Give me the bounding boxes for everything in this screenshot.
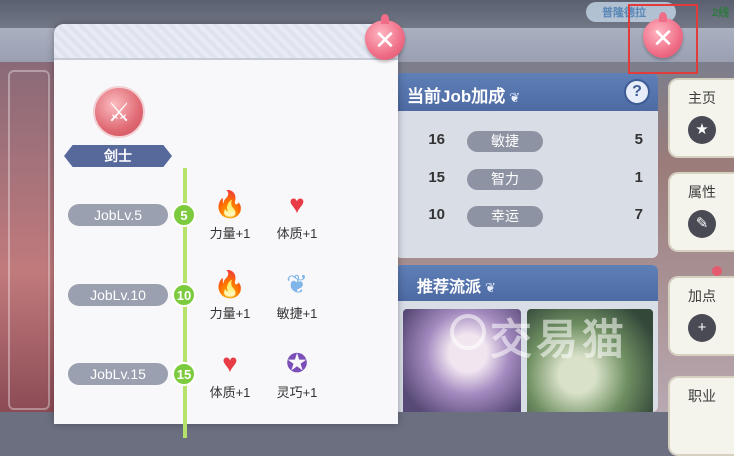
- job-level-tag: JobLv.5: [68, 204, 168, 226]
- pencil-icon: ✎: [688, 210, 716, 238]
- bonus-item: ♥ 体质+1: [267, 187, 327, 242]
- job-bonus-title: 当前Job加成 ❦: [407, 87, 521, 106]
- tab-job[interactable]: 职业: [668, 376, 734, 456]
- fire-icon: 🔥: [213, 269, 247, 299]
- stat-value-left: 10: [428, 206, 445, 223]
- recommended-build-header: 推荐流派 ❦: [395, 265, 658, 301]
- star-badge-icon: ★: [688, 116, 716, 144]
- stat-label: 幸运: [467, 206, 543, 227]
- stat-value-left: 15: [428, 169, 445, 186]
- wing-icon: ❦: [286, 269, 308, 299]
- sword-icon: ⚔: [93, 86, 145, 138]
- job-detail-popup: ⚔ 剑士 JobLv.5 5 🔥 力量+1 ♥ 体质+1 JobLv.10 10…: [54, 24, 398, 438]
- stat-value: 5: [634, 131, 643, 148]
- star-icon: ✪: [286, 348, 308, 378]
- wing-icon: ❦: [485, 280, 496, 295]
- tab-points[interactable]: 加点 +: [668, 276, 734, 356]
- stat-value: 7: [634, 206, 643, 223]
- stat-value-left: 16: [428, 131, 445, 148]
- popup-header: [54, 24, 398, 60]
- level-node: 10: [172, 283, 196, 307]
- watermark-logo: [450, 314, 486, 350]
- heart-icon: ♥: [222, 348, 238, 378]
- bonus-item: ✪ 灵巧+1: [267, 346, 327, 401]
- stat-label: 智力: [467, 169, 543, 190]
- close-icon: ✕: [374, 25, 396, 55]
- bonus-item: ❦ 敏捷+1: [267, 267, 327, 322]
- job-level-tag: JobLv.15: [68, 363, 168, 385]
- bonus-label: 体质+1: [209, 385, 251, 400]
- stat-row: 15 智力 1: [395, 169, 658, 190]
- job-name: 剑士: [104, 148, 132, 164]
- bonus-label: 灵巧+1: [276, 385, 318, 400]
- tab-label: 职业: [688, 388, 716, 404]
- bonus-label: 体质+1: [276, 226, 318, 241]
- stat-label: 敏捷: [467, 131, 543, 152]
- job-level-tag: JobLv.10: [68, 284, 168, 306]
- notification-dot: [712, 266, 722, 276]
- fire-icon: 🔥: [213, 189, 247, 219]
- bonus-item: ♥ 体质+1: [200, 346, 260, 401]
- job-name-banner: 剑士: [64, 145, 172, 167]
- channel-text: 2线: [712, 7, 730, 19]
- wing-icon: ❦: [509, 90, 521, 105]
- level-node: 5: [172, 203, 196, 227]
- stat-row: 10 幸运 7: [395, 206, 658, 227]
- tab-label: 属性: [688, 184, 716, 200]
- tab-label: 主页: [688, 90, 716, 106]
- heart-icon: ♥: [289, 189, 305, 219]
- tab-attributes[interactable]: 属性 ✎: [668, 172, 734, 252]
- bonus-label: 力量+1: [209, 306, 251, 321]
- watermark-text: 交易猫: [490, 316, 629, 363]
- job-bonus-header: 当前Job加成 ❦ ?: [395, 73, 658, 111]
- stat-value: 1: [634, 169, 643, 186]
- plus-icon: +: [688, 314, 716, 342]
- tab-home[interactable]: 主页 ★: [668, 78, 734, 158]
- help-button[interactable]: ?: [624, 79, 650, 105]
- stat-row: 16 敏捷 5: [395, 131, 658, 152]
- tab-label: 加点: [688, 288, 716, 304]
- close-icon: ✕: [652, 23, 674, 53]
- recommended-build-title: 推荐流派 ❦: [417, 279, 496, 296]
- bonus-label: 敏捷+1: [276, 306, 318, 321]
- background-frame: [8, 70, 50, 410]
- bonus-item: 🔥 力量+1: [200, 187, 260, 242]
- level-node: 15: [172, 362, 196, 386]
- bonus-item: 🔥 力量+1: [200, 267, 260, 322]
- job-bonus-panel: 当前Job加成 ❦ ? 16 敏捷 5 15 智力 1 10 幸运 7: [395, 73, 658, 258]
- bonus-label: 力量+1: [209, 226, 251, 241]
